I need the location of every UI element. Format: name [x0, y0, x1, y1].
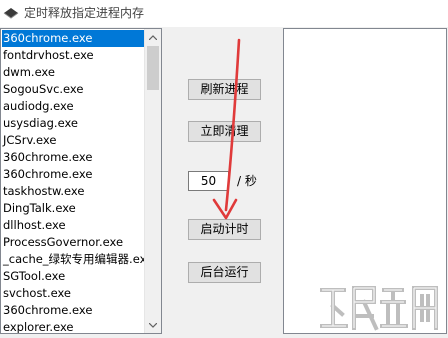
- process-list-item[interactable]: dllhost.exe: [2, 217, 147, 234]
- process-list-item[interactable]: ProcessGovernor.exe: [2, 234, 147, 251]
- process-list-item[interactable]: 360chrome.exe: [2, 166, 147, 183]
- scrollbar-thumb[interactable]: [147, 46, 159, 90]
- run-background-button[interactable]: 后台运行: [188, 262, 261, 283]
- process-list-item[interactable]: 360chrome.exe: [2, 30, 147, 47]
- window-title: 定时释放指定进程内存: [24, 6, 145, 20]
- process-list-item[interactable]: SGTool.exe: [2, 268, 147, 285]
- process-list-item[interactable]: svchost.exe: [2, 285, 147, 302]
- title-bar: 定时释放指定进程内存: [0, 0, 448, 27]
- process-list-rows: 360chrome.exe fontdrvhost.exe dwm.exe Sogou…: [2, 30, 147, 333]
- chevron-up-icon[interactable]: [145, 29, 161, 45]
- download-site-watermark: [320, 286, 438, 331]
- process-list-scrollbar[interactable]: [144, 29, 161, 333]
- process-list-item[interactable]: 360chrome.exe: [2, 302, 147, 319]
- process-list-item[interactable]: audiodg.exe: [2, 98, 147, 115]
- chevron-down-icon[interactable]: [145, 317, 161, 333]
- interval-unit-label: / 秒: [237, 174, 257, 188]
- process-list-item[interactable]: taskhostw.exe: [2, 183, 147, 200]
- interval-seconds-input[interactable]: 50: [188, 171, 229, 191]
- process-list-item[interactable]: DingTalk.exe: [2, 200, 147, 217]
- process-list-item[interactable]: _cache_绿软专用编辑器.ex: [2, 251, 147, 268]
- app-logo-icon: [3, 8, 19, 19]
- process-list-item[interactable]: explorer.exe: [2, 319, 147, 333]
- process-list-item[interactable]: SogouSvc.exe: [2, 81, 147, 98]
- process-list-item[interactable]: 360chrome.exe: [2, 149, 147, 166]
- process-list[interactable]: 360chrome.exe fontdrvhost.exe dwm.exe Sogou…: [0, 28, 162, 334]
- start-timer-button[interactable]: 启动计时: [188, 219, 261, 240]
- clean-now-button[interactable]: 立即清理: [188, 121, 261, 142]
- process-list-item[interactable]: JCSrv.exe: [2, 132, 147, 149]
- refresh-processes-button[interactable]: 刷新进程: [188, 79, 261, 100]
- process-list-item[interactable]: dwm.exe: [2, 64, 147, 81]
- process-list-item[interactable]: fontdrvhost.exe: [2, 47, 147, 64]
- process-list-item[interactable]: usysdiag.exe: [2, 115, 147, 132]
